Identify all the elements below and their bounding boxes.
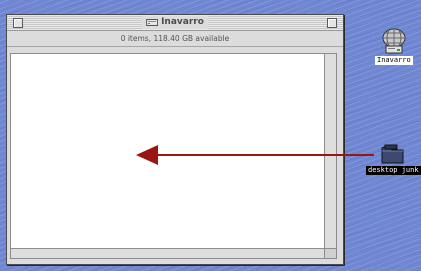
vertical-scrollbar[interactable] [325,53,337,249]
zoom-box[interactable] [327,18,337,28]
desktop-icon-label: Inavarro [375,56,413,65]
desktop-icon-desktop-junk[interactable]: desktop junk [366,143,421,175]
folder-icon [381,144,404,164]
finder-window[interactable]: Inavarro 0 items, 118.40 GB available [6,14,344,265]
resize-grow-box[interactable] [325,249,337,259]
close-box[interactable] [13,18,23,28]
window-info-bar: 0 items, 118.40 GB available [7,31,343,47]
window-content-area[interactable] [10,53,325,249]
window-titlebar[interactable]: Inavarro [7,15,343,31]
desktop-icon-label: desktop junk [366,166,421,175]
window-title: Inavarro [161,17,204,27]
hard-disk-icon [146,19,159,26]
horizontal-scrollbar[interactable] [10,249,325,259]
network-disk-icon [382,28,406,54]
desktop-icon-inavarro[interactable]: Inavarro [375,28,413,65]
window-title-group: Inavarro [142,16,208,29]
